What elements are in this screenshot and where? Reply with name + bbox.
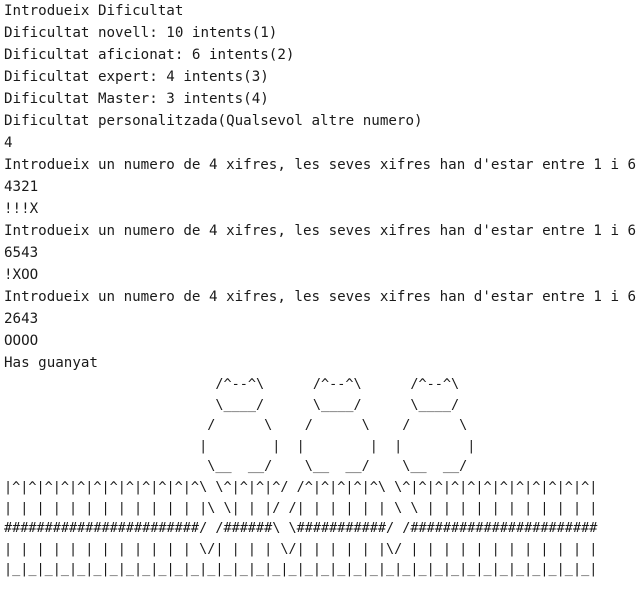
ascii-art-trophy: /^--^\ /^--^\ /^--^\ \____/ \____/ \____… [4,374,643,580]
console-text: Introdueix Dificultat Dificultat novell:… [4,0,643,374]
console-line-option-expert: Dificultat expert: 4 intents(3) [4,69,269,85]
ascii-art-line: \____/ \____/ \____/ [4,396,460,413]
console-line-input: 4 [4,135,13,151]
console-line-guess-prompt: Introdueix un numero de 4 xifres, les se… [4,289,637,305]
console-line-guess-prompt: Introdueix un numero de 4 xifres, les se… [4,223,637,239]
console-line-option-novell: Dificultat novell: 10 intents(1) [4,25,278,41]
console-line-option-aficionat: Dificultat aficionat: 6 intents(2) [4,47,295,63]
ascii-art-line: | | | | | | | | | | | | |\ \| | |/ /| | … [4,499,598,516]
console-line-result: !XOO [4,267,39,283]
ascii-art-line: |^|^|^|^|^|^|^|^|^|^|^|^\ \^|^|^|^/ /^|^… [4,478,598,495]
console-line-input: 6543 [4,245,39,261]
console-line-result: !!!X [4,201,39,217]
console-line-win: Has guanyat [4,355,98,371]
ascii-art-line: |_|_|_|_|_|_|_|_|_|_|_|_|_|_|_|_|_|_|_|_… [4,561,598,578]
console-line-result: OOOO [4,333,39,349]
console-line-option-master: Dificultat Master: 3 intents(4) [4,91,269,107]
ascii-art-line: | | | | | | | | | | | | \/| | | | \/| | … [4,540,598,557]
ascii-art-line: /^--^\ /^--^\ /^--^\ [4,376,460,392]
ascii-art-line: | | | | | | [4,437,476,454]
console-line-input: 2643 [4,311,39,327]
console-line-input: 4321 [4,179,39,195]
console-line-guess-prompt: Introdueix un numero de 4 xifres, les se… [4,157,637,173]
ascii-art-line: ########################/ /######\ \####… [4,520,598,537]
console-output: Introdueix Dificultat Dificultat novell:… [0,0,643,600]
ascii-art-line: \__ __/ \__ __/ \__ __/ [4,458,468,475]
console-line-prompt: Introdueix Dificultat [4,3,184,19]
console-line-option-custom: Dificultat personalitzada(Qualsevol altr… [4,113,423,129]
ascii-art-line: / \ / \ / \ [4,417,468,434]
